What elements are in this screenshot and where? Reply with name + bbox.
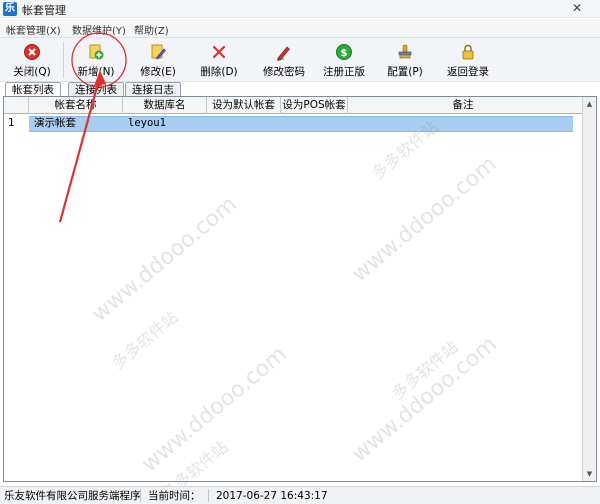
menu-account[interactable]: 帐套管理(X) (6, 22, 61, 37)
vertical-scrollbar[interactable]: ▲ ▼ (582, 97, 596, 481)
dollar-coin-icon: $ (336, 44, 352, 60)
tab-strip: 帐套列表 连接列表 连接日志 (0, 82, 600, 97)
config-stamp-icon (398, 44, 412, 59)
back-login-button[interactable]: 返回登录 (443, 41, 493, 81)
lock-icon (462, 44, 474, 60)
row-number-header (4, 97, 29, 114)
status-separator (140, 489, 141, 502)
column-header[interactable]: 数据库名 (123, 97, 207, 114)
config-button[interactable]: 配置(P) (383, 41, 427, 81)
back-login-label: 返回登录 (447, 66, 489, 78)
scroll-up-icon[interactable]: ▲ (583, 97, 596, 111)
close-button[interactable]: 关闭(Q) (10, 41, 54, 81)
change-password-label: 修改密码 (263, 66, 305, 78)
add-document-icon (89, 44, 104, 60)
toolbar-separator (63, 42, 64, 78)
watermark-text: www.ddooo.com (347, 151, 502, 288)
delete-x-icon (212, 45, 226, 59)
row-number: 1 (8, 117, 15, 129)
grid-header: 帐套名称 数据库名 设为默认帐套 设为POS帐套 备注 (4, 97, 596, 114)
delete-button-label: 删除(D) (200, 66, 238, 78)
watermark-text: 多多软件站 (108, 307, 182, 374)
tab-connection-list[interactable]: 连接列表 (68, 82, 124, 97)
column-header[interactable]: 设为默认帐套 (207, 97, 281, 114)
register-button-label: 注册正版 (323, 66, 365, 78)
column-header[interactable]: 帐套名称 (29, 97, 123, 114)
scroll-down-icon[interactable]: ▼ (583, 467, 596, 481)
edit-document-icon (151, 44, 166, 60)
svg-text:$: $ (341, 48, 348, 59)
table-row[interactable]: 1 演示帐套 leyou1 (4, 116, 596, 132)
add-button-label: 新增(N) (77, 66, 115, 78)
watermark-text: www.ddooo.com (137, 341, 292, 478)
toolbar: 关闭(Q) 新增(N) 修改(E) 删除(D) 修改密码 $ 注册正版 配置(P… (0, 37, 600, 82)
status-time-label: 当前时间： (148, 490, 201, 502)
config-button-label: 配置(P) (387, 66, 423, 78)
account-grid: 帐套名称 数据库名 设为默认帐套 设为POS帐套 备注 1 演示帐套 leyou… (3, 96, 597, 503)
register-button[interactable]: $ 注册正版 (319, 41, 369, 81)
window-title: 帐套管理 (22, 4, 66, 17)
status-bar: 乐友软件有限公司服务端程序 当前时间： 2017-06-27 16:43:17 (0, 486, 600, 504)
cell-note[interactable] (352, 116, 572, 132)
change-password-button[interactable]: 修改密码 (258, 41, 310, 81)
column-header[interactable]: 设为POS帐套 (281, 97, 348, 114)
cell-account-name[interactable]: 演示帐套 (34, 116, 122, 132)
delete-button[interactable]: 删除(D) (196, 41, 242, 81)
menu-data-maintenance[interactable]: 数据维护(Y) (72, 22, 126, 37)
status-company: 乐友软件有限公司服务端程序 (4, 490, 141, 502)
status-time-value: 2017-06-27 16:43:17 (216, 490, 328, 502)
add-button[interactable]: 新增(N) (72, 41, 120, 81)
edit-button-label: 修改(E) (140, 66, 176, 78)
cell-pos[interactable] (284, 116, 346, 132)
close-button-label: 关闭(Q) (13, 66, 51, 78)
watermark-text: 多多软件站 (388, 337, 462, 404)
title-bar: 乐 帐套管理 ✕ (0, 0, 600, 18)
status-separator (208, 489, 209, 502)
pen-icon (277, 46, 290, 61)
column-header[interactable]: 备注 (348, 97, 578, 114)
cell-default[interactable] (210, 116, 280, 132)
app-icon: 乐 (3, 2, 17, 16)
watermark-text: www.ddooo.com (347, 331, 502, 468)
watermark-text: www.ddooo.com (87, 191, 242, 328)
menu-help[interactable]: 帮助(Z) (134, 22, 169, 37)
menu-bar: 帐套管理(X) 数据维护(Y) 帮助(Z) (0, 19, 600, 37)
tab-connection-log[interactable]: 连接日志 (125, 82, 181, 97)
close-circle-icon (24, 44, 40, 60)
window-close-icon[interactable]: ✕ (568, 0, 586, 16)
tab-account-list[interactable]: 帐套列表 (5, 82, 61, 97)
cell-database-name[interactable]: leyou1 (128, 116, 206, 132)
edit-button[interactable]: 修改(E) (135, 41, 181, 81)
